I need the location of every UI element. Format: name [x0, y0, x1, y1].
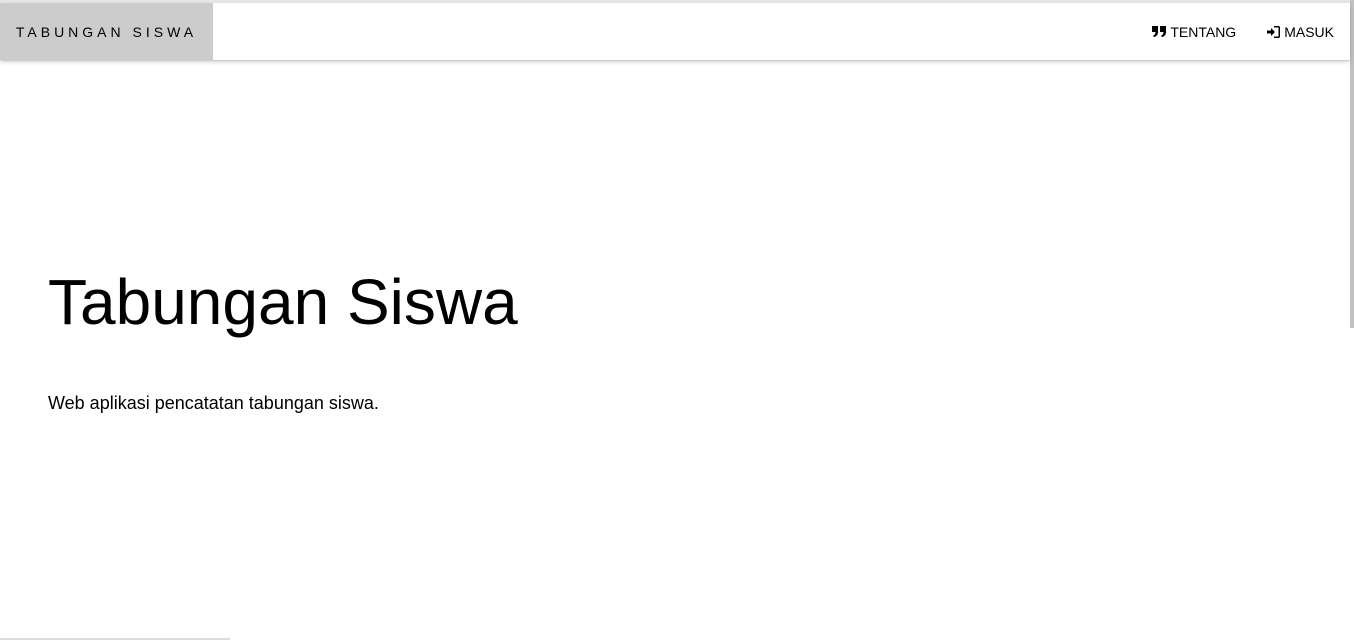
page: TABUNGAN SISWA TENTANG MASUK Tabungan Si…: [0, 0, 1354, 640]
vertical-scrollbar[interactable]: [1350, 0, 1354, 640]
nav-masuk-link[interactable]: MASUK: [1251, 3, 1350, 60]
page-title: Tabungan Siswa: [48, 266, 518, 338]
nav-tentang-label: TENTANG: [1170, 23, 1237, 40]
nav-masuk-label: MASUK: [1284, 23, 1334, 40]
page-description: Web aplikasi pencatatan tabungan siswa.: [48, 393, 379, 413]
sign-in-icon: [1267, 25, 1281, 38]
brand-link[interactable]: TABUNGAN SISWA: [0, 3, 213, 60]
nav-links: TENTANG MASUK: [1136, 3, 1350, 60]
top-navbar: TABUNGAN SISWA TENTANG MASUK: [0, 3, 1350, 60]
scrollbar-thumb[interactable]: [1350, 0, 1354, 328]
nav-tentang-link[interactable]: TENTANG: [1136, 3, 1251, 60]
quote-right-icon: [1152, 26, 1167, 37]
